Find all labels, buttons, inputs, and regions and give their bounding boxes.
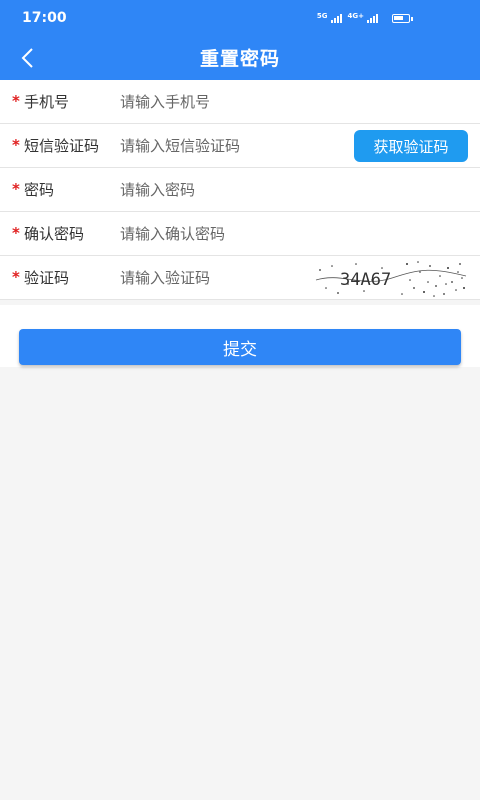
required-mark: * [12, 268, 20, 286]
required-mark: * [12, 224, 20, 242]
confirm-password-input[interactable] [120, 212, 340, 255]
signal-5g-icon: 5G [317, 12, 342, 23]
confirm-password-label: 确认密码 [24, 225, 85, 243]
app-header: 17:00 5G 4G+ 重置密码 [0, 0, 480, 80]
required-mark: * [12, 180, 20, 198]
captcha-row: * 验证码 34A67 [0, 256, 480, 300]
sms-code-input[interactable] [120, 124, 340, 167]
password-label: 密码 [24, 181, 55, 199]
sms-code-label: 短信验证码 [24, 137, 100, 155]
confirm-password-row: * 确认密码 [0, 212, 480, 256]
captcha-label: 验证码 [24, 269, 70, 287]
captcha-input[interactable] [120, 256, 340, 299]
password-input[interactable] [120, 168, 340, 211]
sms-code-row: * 短信验证码 获取验证码 [0, 124, 480, 168]
required-mark: * [12, 92, 20, 110]
reset-password-form: * 手机号 * 短信验证码 获取验证码 * 密码 * 确认密码 * 验证码 [0, 80, 480, 300]
password-row: * 密码 [0, 168, 480, 212]
status-time: 17:00 [22, 10, 67, 26]
submit-button[interactable]: 提交 [19, 329, 461, 365]
phone-row: * 手机号 [0, 80, 480, 124]
captcha-text: 34A67 [340, 270, 391, 290]
battery-icon [392, 14, 413, 23]
signal-4g-icon: 4G+ [348, 12, 378, 23]
required-mark: * [12, 136, 20, 154]
phone-input[interactable] [120, 80, 340, 123]
captcha-image[interactable]: 34A67 [312, 258, 468, 298]
status-icons: 5G 4G+ [317, 12, 413, 23]
get-sms-code-button[interactable]: 获取验证码 [354, 130, 468, 162]
phone-label: 手机号 [24, 93, 70, 111]
page-title: 重置密码 [199, 48, 280, 70]
